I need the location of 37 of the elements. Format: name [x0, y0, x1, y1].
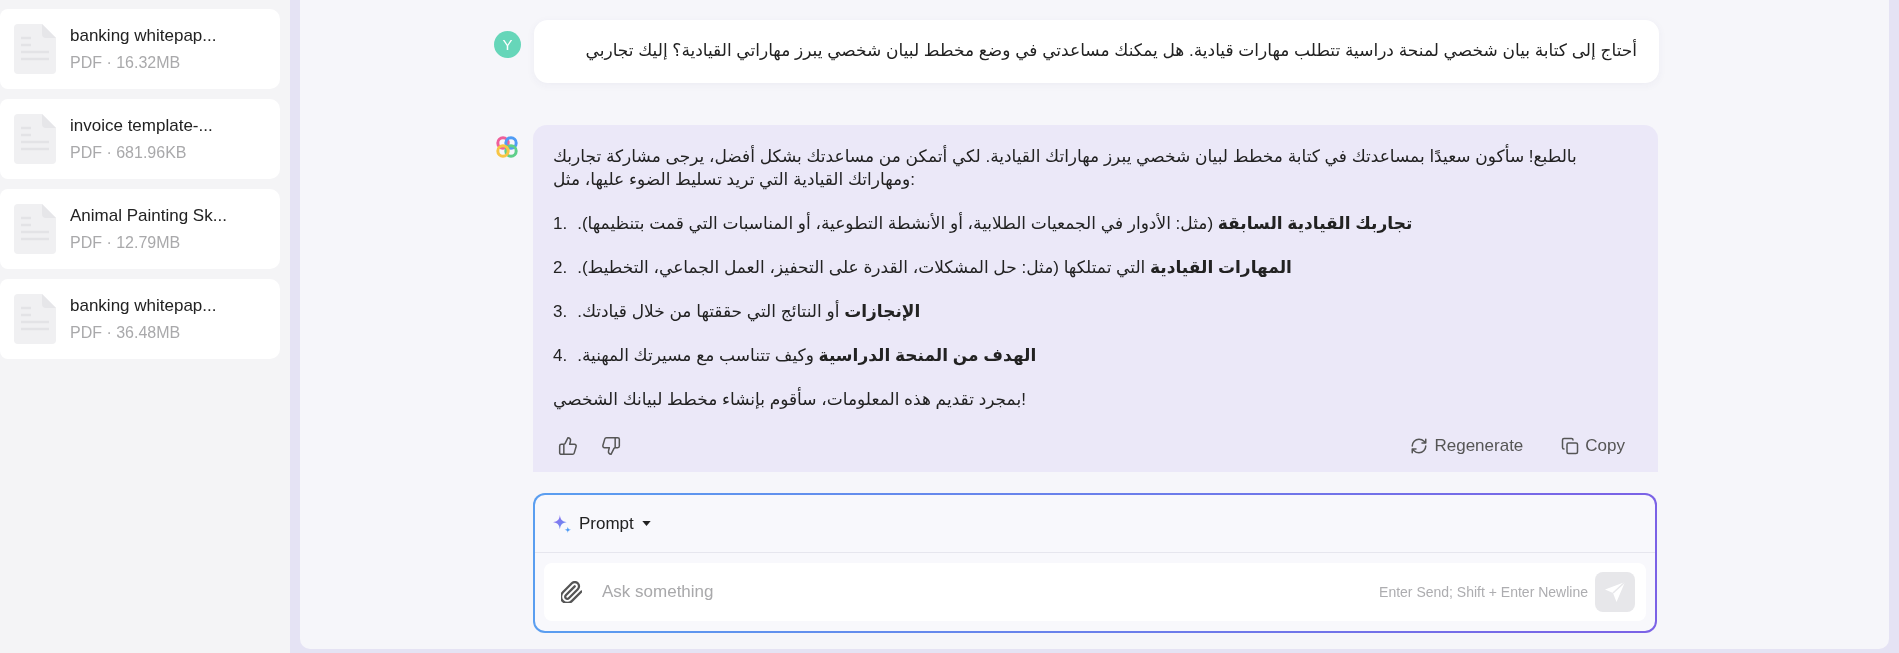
file-card[interactable]: invoice template-... PDF · 681.96KB: [0, 99, 280, 179]
regenerate-button[interactable]: Regenerate: [1410, 436, 1524, 456]
copy-icon: [1561, 437, 1580, 455]
message-text: بمجرد تقديم هذه المعلومات، سأقوم بإنشاء مخطط لبيانك الشخصي!: [553, 388, 1632, 411]
document-icon: [14, 24, 56, 74]
document-icon: [14, 114, 56, 164]
message-text: بالطبع! سأكون سعيدًا بمساعدتك في كتابة مخطط لبيان شخصي يبرز مهاراتك القيادية. لكي أتمكن من مساعدتك بشكل أفضل، يرجى مشاركة تجاربك ومهاراتك القيادية التي تريد تسليط الضوء عليها، مثل:: [553, 145, 1632, 191]
file-name: Animal Painting Sk...: [70, 206, 227, 226]
thumbs-up-icon: [558, 436, 578, 456]
message-input[interactable]: Ask something: [602, 580, 1380, 604]
shortcut-hint: Enter Send; Shift + Enter Newline: [1379, 584, 1588, 600]
prompt-dropdown[interactable]: Prompt: [553, 513, 651, 534]
copy-button[interactable]: Copy: [1561, 436, 1625, 456]
document-icon: [14, 294, 56, 344]
file-name: banking whitepap...: [70, 26, 217, 46]
document-icon: [14, 204, 56, 254]
file-meta: PDF · 36.48MB: [70, 324, 181, 342]
file-meta: PDF · 16.32MB: [70, 54, 181, 72]
dislike-button[interactable]: [600, 435, 622, 457]
attach-button[interactable]: [561, 581, 582, 603]
sparkle-icon: [553, 514, 571, 533]
clover-logo-icon: [494, 134, 520, 160]
file-card[interactable]: banking whitepap... PDF · 36.48MB: [0, 279, 280, 359]
file-name: invoice template-...: [70, 116, 213, 136]
file-card[interactable]: banking whitepap... PDF · 16.32MB: [0, 9, 280, 89]
paperclip-icon: [561, 581, 582, 603]
file-meta: PDF · 12.79MB: [70, 234, 181, 252]
paper-plane-icon: [1605, 582, 1625, 602]
user-avatar: Y: [494, 31, 521, 58]
file-meta: PDF · 681.96KB: [70, 144, 187, 162]
refresh-icon: [1410, 437, 1429, 455]
file-card[interactable]: Animal Painting Sk... PDF · 12.79MB: [0, 189, 280, 269]
message-bubble: أحتاج إلى كتابة بيان شخصي لمنحة دراسية تتطلب مهارات قيادية. هل يمكنك مساعدتي في وضع مخطط لبيان شخصي يبرز مهاراتي القيادية؟ إليك تجاربي: [534, 20, 1659, 83]
thumbs-down-icon: [601, 436, 621, 456]
file-name: banking whitepap...: [70, 296, 217, 316]
like-button[interactable]: [557, 435, 579, 457]
caret-icon: [641, 521, 651, 526]
